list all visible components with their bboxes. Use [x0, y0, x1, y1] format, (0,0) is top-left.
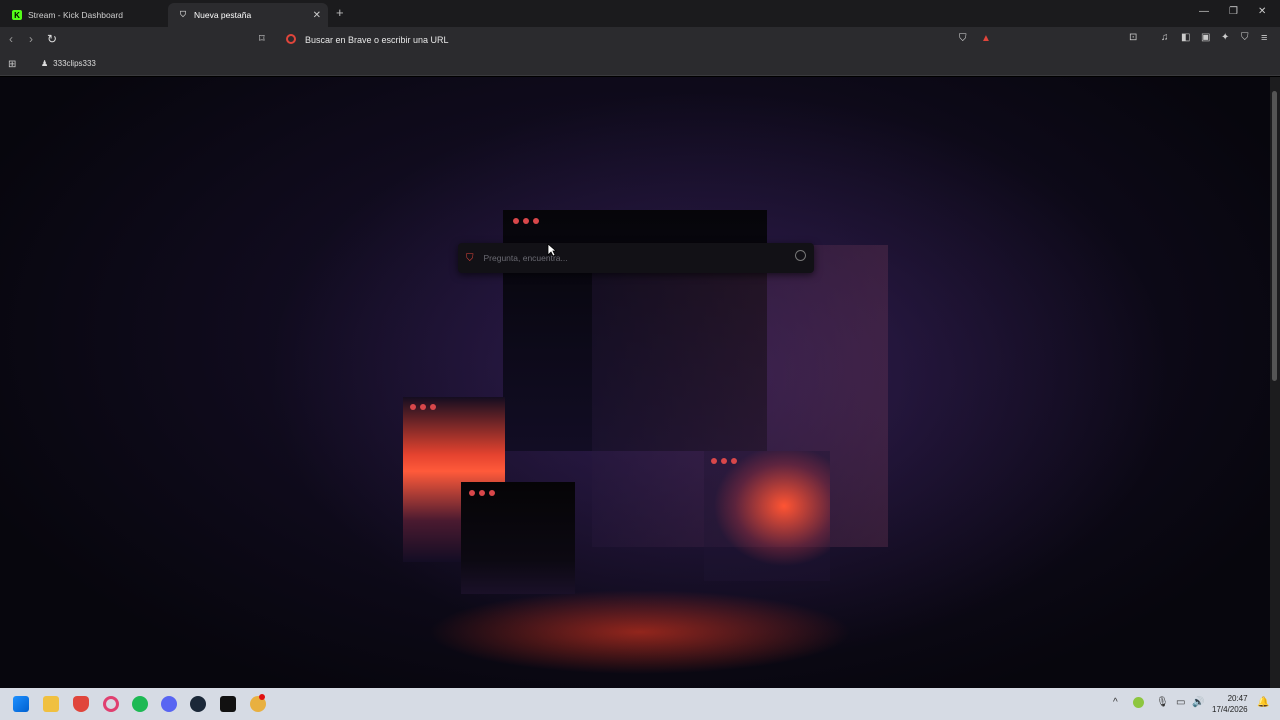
leo-ai-icon[interactable]: ✦ — [1221, 32, 1229, 43]
brave-logo-icon: ⛉ — [466, 252, 474, 264]
address-bar[interactable]: Buscar en Brave o escribir una URL ⛉ ▲ — [280, 31, 1000, 49]
apps-grid-icon[interactable]: ⊞ — [8, 59, 16, 70]
wallet-icon[interactable]: ▣ — [1201, 32, 1210, 43]
restore-icon[interactable]: ❐ — [1229, 6, 1238, 17]
window-dots — [469, 490, 495, 496]
notification-dot — [259, 694, 265, 700]
microphone-icon[interactable]: 🎙 — [1156, 697, 1169, 708]
clock[interactable]: 20:47 17/4/2026 — [1212, 693, 1248, 715]
address-placeholder: Buscar en Brave o escribir una URL — [305, 35, 449, 45]
cursor-icon — [547, 243, 557, 257]
taskbar: ^ 🎙 ▭ 🔊 20:47 17/4/2026 🔔 — [0, 688, 1280, 720]
spotify-icon[interactable] — [132, 696, 148, 712]
back-icon[interactable]: ‹ — [9, 32, 13, 46]
volume-icon[interactable]: 🔊 — [1192, 697, 1204, 708]
reload-icon[interactable]: ↻ — [47, 32, 57, 46]
discord-icon[interactable] — [161, 696, 177, 712]
media-icon[interactable]: ♫ — [1161, 32, 1169, 43]
window-dots — [513, 218, 539, 224]
decor-window-bottom — [461, 482, 575, 594]
title-bar: K Stream - Kick Dashboard ⛉ Nueva pestañ… — [0, 0, 1280, 27]
tab-title: Stream - Kick Dashboard — [28, 10, 123, 20]
window-dots — [410, 404, 436, 410]
new-tab-button[interactable]: + — [336, 5, 344, 20]
brave-shield-icon: ⛉ — [180, 10, 186, 19]
brave-search-icon — [286, 34, 296, 44]
tab-kick-dashboard[interactable]: K Stream - Kick Dashboard — [2, 3, 166, 27]
steam-icon[interactable] — [190, 696, 206, 712]
bookmark-item[interactable]: ♟ 333clips333 — [41, 59, 96, 68]
close-window-icon[interactable]: ✕ — [1258, 6, 1266, 17]
bookmark-label: 333clips333 — [53, 59, 96, 68]
bookmark-icon: ♟ — [41, 59, 49, 68]
windows-start-icon[interactable] — [13, 696, 29, 712]
bookmarks-bar: ⊞ ♟ 333clips333 — [0, 53, 1280, 76]
menu-icon[interactable]: ≡ — [1261, 32, 1267, 44]
close-tab-icon[interactable]: ✕ — [313, 10, 321, 21]
time: 20:47 — [1227, 694, 1248, 703]
toolbar: ‹ › ↻ ⌑ Buscar en Brave o escribir una U… — [0, 27, 1280, 53]
minimize-icon[interactable]: — — [1199, 6, 1209, 17]
network-icon[interactable]: ▭ — [1176, 697, 1185, 708]
tray-expand-icon[interactable]: ^ — [1113, 697, 1118, 708]
notifications-icon[interactable]: 🔔 — [1257, 697, 1269, 708]
tab-new-tab[interactable]: ⛉ Nueva pestaña ✕ — [168, 3, 328, 27]
scrollbar[interactable] — [1270, 77, 1280, 688]
tray-app-icon[interactable] — [1133, 697, 1144, 708]
epic-games-icon[interactable] — [220, 696, 236, 712]
search-box[interactable]: ⛉ — [458, 243, 814, 273]
vpn-icon[interactable]: ⛉ — [1241, 32, 1249, 43]
scrollbar-thumb[interactable] — [1272, 91, 1277, 381]
search-input[interactable] — [483, 253, 774, 263]
bookmark-icon[interactable]: ⌑ — [259, 32, 265, 45]
window-dots — [711, 458, 737, 464]
date: 17/4/2026 — [1212, 705, 1248, 714]
kick-icon: K — [12, 10, 22, 20]
brave-taskbar-icon[interactable] — [73, 696, 89, 712]
opera-icon[interactable] — [103, 696, 119, 712]
brave-shields-icon[interactable]: ⛉ — [959, 33, 967, 44]
brave-rewards-icon[interactable]: ▲ — [981, 33, 991, 44]
screenshot-icon[interactable]: ⊡ — [1129, 32, 1137, 43]
forward-icon[interactable]: › — [29, 32, 33, 46]
decor-window-right — [704, 451, 830, 581]
sidebar-icon[interactable]: ◧ — [1181, 32, 1190, 43]
search-icon[interactable] — [795, 250, 806, 261]
tab-title: Nueva pestaña — [194, 10, 252, 20]
new-tab-page: ⛉ — [0, 77, 1270, 688]
file-explorer-icon[interactable] — [43, 696, 59, 712]
